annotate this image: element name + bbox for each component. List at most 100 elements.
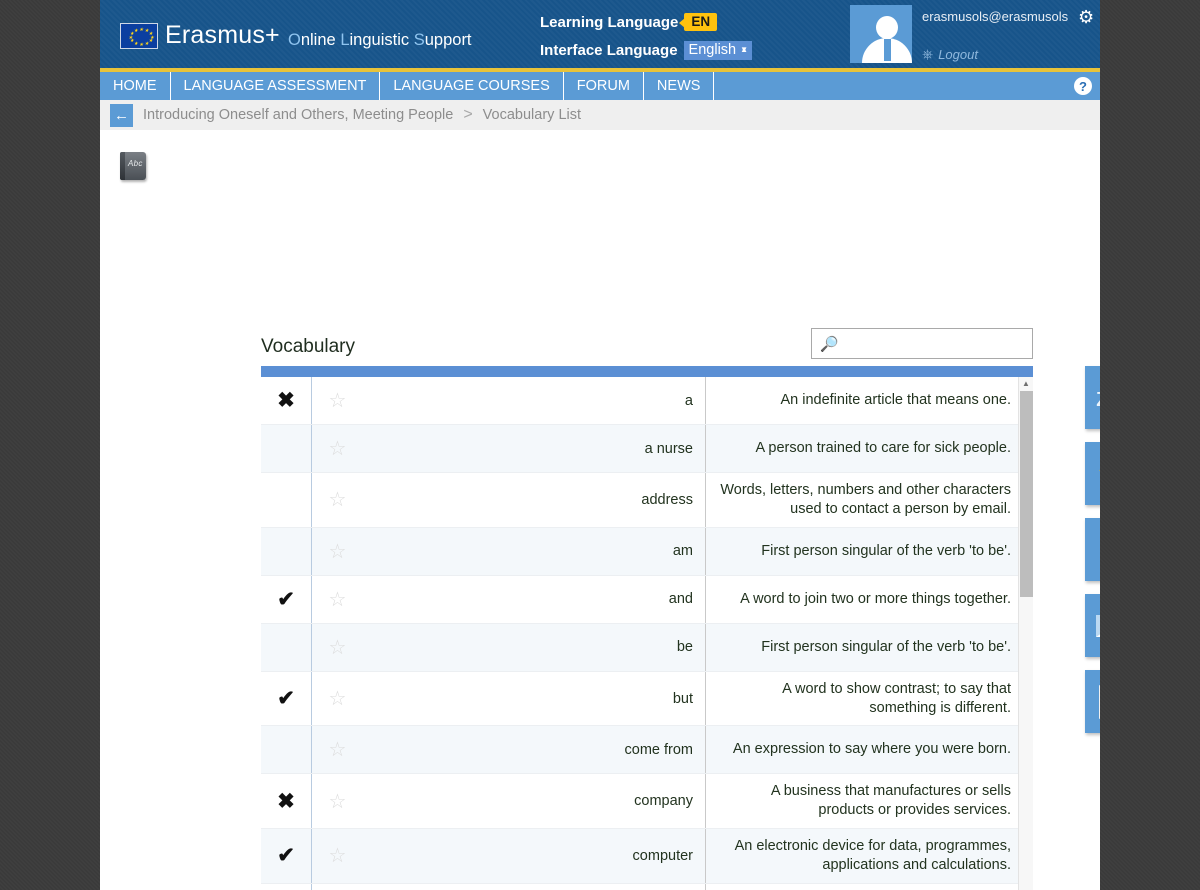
breadcrumb-separator: > [463, 106, 473, 123]
eu-star-icon: ★ [133, 40, 139, 47]
check-icon: ✔ [1096, 530, 1100, 570]
interface-language-select[interactable]: English ▲ ▼ [683, 40, 753, 60]
avatar-head [876, 16, 898, 39]
nav-item-language-courses[interactable]: LANGUAGE COURSES [380, 72, 564, 100]
star-outline-icon[interactable]: ☆ [311, 623, 363, 671]
nav-item-language-assessment[interactable]: LANGUAGE ASSESSMENT [171, 72, 381, 100]
star-outline-icon[interactable]: ☆ [311, 575, 363, 623]
table-row[interactable]: ✖☆computer programmerA person who writes… [261, 883, 1033, 890]
tool-rail: z-a ★ ✔ PDF [1085, 366, 1100, 746]
dictionary-book-icon: Abc [120, 152, 146, 180]
vocabulary-word: and [668, 591, 693, 608]
vocabulary-table: ✖ ☆ a An indefinite article that means one.… [261, 366, 1033, 890]
table-scrollbar[interactable]: ▲ ▼ [1018, 377, 1033, 890]
table-row[interactable]: ✖ ☆ a An indefinite article that means one. [261, 377, 1033, 425]
avatar[interactable] [850, 5, 912, 63]
star-outline-icon[interactable]: ☆ [311, 527, 363, 575]
learning-language-badge[interactable]: EN [679, 13, 718, 31]
table-row[interactable]: ✔ ☆ computer An electronic device for data,… [261, 829, 1033, 884]
star-outline-icon[interactable]: ☆ [311, 425, 363, 472]
language-selectors: Learning Language EN Interface Language … [540, 8, 753, 64]
eu-star-icon: ★ [148, 30, 153, 37]
ols-rest-linguistic: inguistic [349, 31, 410, 49]
main-nav: HOME LANGUAGE ASSESSMENT LANGUAGE COURSE… [100, 72, 1100, 100]
vocabulary-definition: An indefinite article that means one. [705, 377, 1033, 424]
table-row[interactable]: ☆ come from An expression to say where you… [261, 726, 1033, 775]
table-row[interactable]: ✔ ☆ but A word to show contrast; to say tha… [261, 671, 1033, 727]
flashcard-icon [1096, 614, 1100, 637]
vocabulary-word: come from [624, 741, 694, 758]
ols-rest-support: upport [424, 31, 472, 49]
export-pdf-button[interactable]: PDF [1085, 670, 1100, 733]
status-icon: ✔ [277, 687, 295, 711]
scroll-up-icon[interactable]: ▲ [1019, 377, 1033, 391]
table-row[interactable]: ✖ ☆ company A business that manufactures or… [261, 774, 1033, 830]
vocabulary-definition: First person singular of the verb 'to be… [705, 527, 1033, 575]
status-icon [261, 473, 311, 527]
status-icon [261, 528, 311, 575]
table-row[interactable]: ☆ be First person singular of the verb 'to… [261, 623, 1033, 672]
vocabulary-word: a [684, 392, 693, 409]
logout-link[interactable]: ⎈ Logout [922, 46, 978, 63]
nav-item-home[interactable]: HOME [100, 72, 171, 100]
arrow-left-icon[interactable]: ← [110, 103, 133, 127]
ols-cap-l: L [340, 31, 350, 49]
table-rows-host: ✖ ☆ a An indefinite article that means one.… [261, 377, 1033, 890]
favourites-button[interactable]: ★ [1085, 442, 1100, 505]
star-outline-icon[interactable]: ☆ [311, 883, 363, 890]
vocabulary-definition: A word to show contrast; to say that som… [705, 671, 1033, 726]
star-outline-icon[interactable]: ☆ [311, 473, 363, 527]
vocabulary-definition: An expression to say where you were born… [705, 726, 1033, 774]
eu-flag-icon: ★ ★ ★ ★ ★ ★ ★ ★ ★ ★ ★ ★ [120, 22, 158, 49]
status-icon: ✖ [261, 884, 311, 890]
star-outline-icon[interactable]: ☆ [311, 726, 363, 774]
scrollbar-thumb[interactable] [1020, 391, 1033, 597]
book-icon-label: Abc [128, 159, 143, 168]
vocabulary-definition: A person trained to care for sick people… [705, 425, 1033, 472]
pdf-icon: PDF [1099, 684, 1100, 719]
table-header-bar [261, 366, 1033, 377]
nav-item-forum[interactable]: FORUM [564, 72, 644, 100]
site-header: ★ ★ ★ ★ ★ ★ ★ ★ ★ ★ ★ ★ Erasmus+ Online Linguistic … [100, 0, 1100, 72]
status-icon: ✖ [277, 389, 295, 412]
vocabulary-definition: An electronic device for data, programme… [705, 829, 1033, 883]
gear-icon[interactable]: ⚙ [1078, 7, 1094, 28]
eu-star-icon: ★ [139, 41, 144, 48]
vocabulary-word: be [676, 639, 693, 656]
sort-descending-icon: z-a [1096, 382, 1100, 413]
breadcrumb: ← Introducing Oneself and Others, Meetin… [100, 100, 1100, 130]
vocabulary-word: company [634, 793, 693, 810]
table-row[interactable]: ☆ am First person singular of the verb 'to… [261, 527, 1033, 576]
star-outline-icon[interactable]: ☆ [311, 829, 363, 883]
breadcrumb-parent[interactable]: Introducing Oneself and Others, Meeting … [143, 107, 453, 123]
vocabulary-definition: A person who writes computer programmes. [705, 883, 1033, 890]
star-outline-icon[interactable]: ☆ [311, 671, 363, 726]
star-outline-icon[interactable]: ☆ [311, 774, 363, 829]
power-icon: ⎈ [922, 46, 934, 62]
brand[interactable]: ★ ★ ★ ★ ★ ★ ★ ★ ★ ★ ★ ★ Erasmus+ [120, 21, 280, 50]
known-words-button[interactable]: ✔ [1085, 518, 1100, 581]
interface-language-row: Interface Language English ▲ ▼ [540, 36, 753, 64]
sort-za-button[interactable]: z-a [1085, 366, 1100, 429]
star-outline-icon[interactable]: ☆ [311, 377, 363, 424]
table-row[interactable]: ✔ ☆ and A word to join two or more things t… [261, 575, 1033, 624]
status-icon: ✔ [277, 587, 295, 611]
nav-item-news[interactable]: NEWS [644, 72, 715, 100]
breadcrumb-current: Vocabulary List [482, 107, 582, 123]
search-box: 🔍 [811, 328, 1033, 359]
vocabulary-definition: Words, letters, numbers and other charac… [705, 473, 1033, 527]
help-icon[interactable]: ? [1074, 77, 1092, 95]
status-icon [261, 425, 311, 472]
learning-language-row: Learning Language EN [540, 8, 752, 36]
table-row[interactable]: ☆ a nurse A person trained to care for sic… [261, 425, 1033, 473]
table-row[interactable]: ☆ address Words, letters, numbers and othe… [261, 473, 1033, 528]
page-title: Vocabulary [261, 336, 356, 357]
status-icon: ✔ [277, 844, 295, 868]
vocabulary-word: address [641, 491, 693, 508]
search-input[interactable] [843, 329, 1032, 358]
logout-label: Logout [938, 47, 978, 62]
learning-language-label: Learning Language [540, 13, 679, 31]
user-email: erasmusols@erasmusols [922, 9, 1069, 24]
flashcards-button[interactable] [1085, 594, 1100, 657]
vocabulary-word: but [672, 690, 693, 707]
